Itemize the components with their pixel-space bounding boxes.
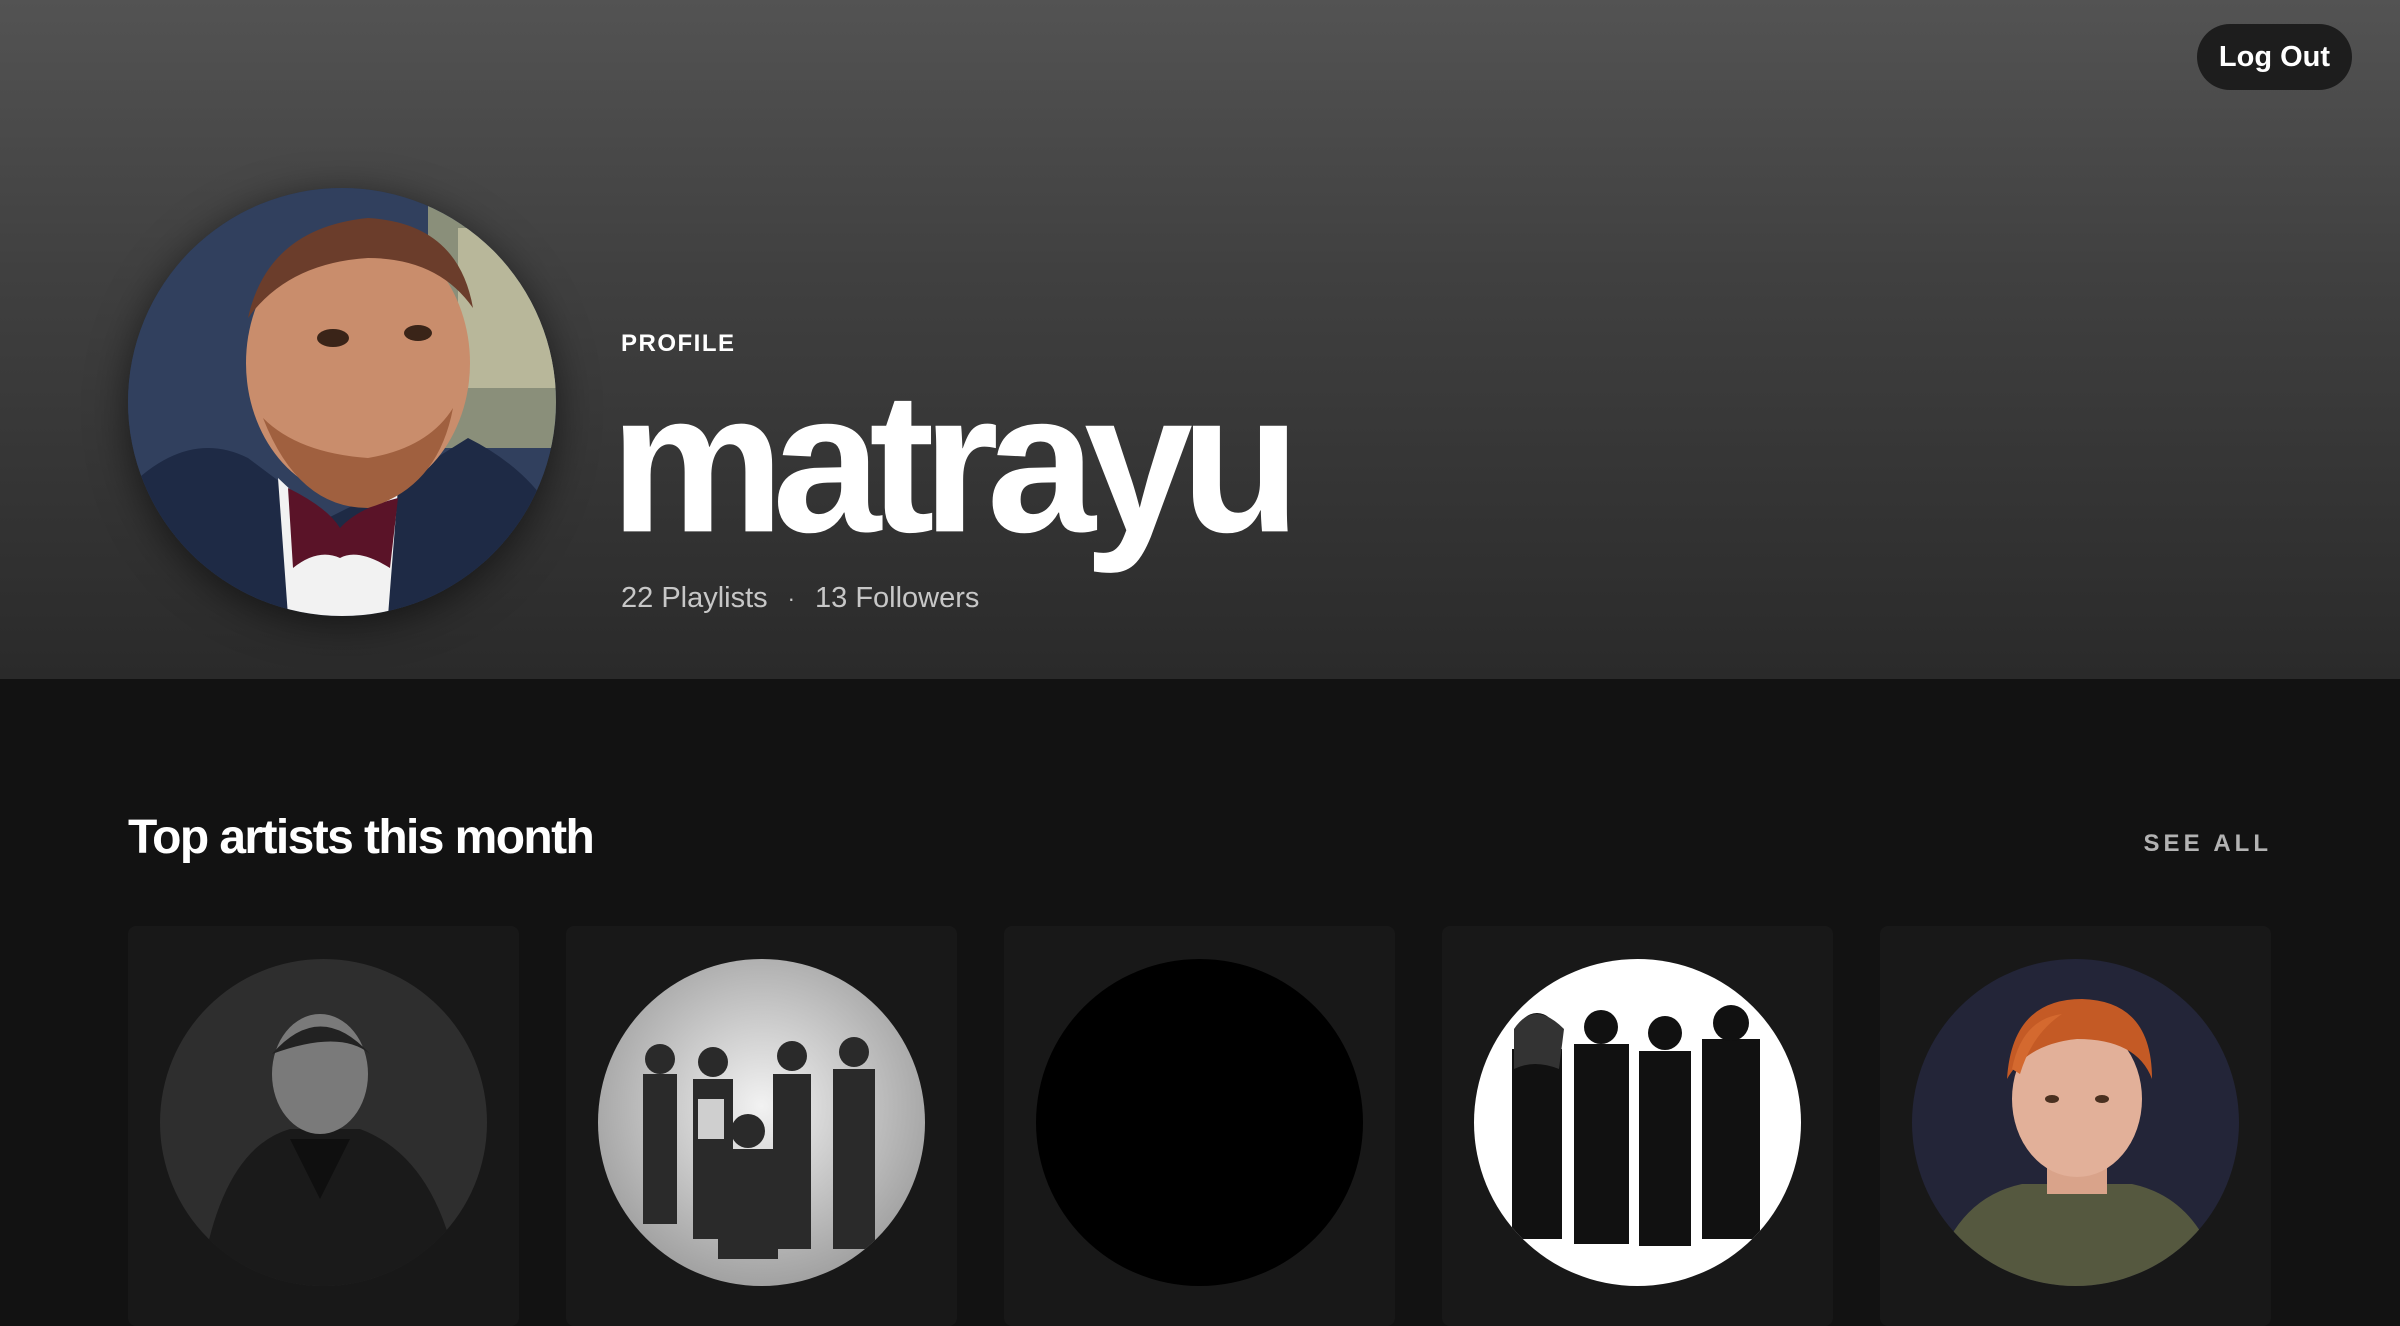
artist-card[interactable] [1442,926,1833,1326]
followers-count-link[interactable]: 13 Followers [815,582,979,615]
playlists-count-link[interactable]: 22 Playlists [621,582,768,615]
artist-card[interactable] [566,926,957,1326]
profile-username: matrayu [610,350,1301,575]
profile-avatar[interactable] [128,188,556,616]
top-artists-title: Top artists this month [128,811,595,864]
artist-card[interactable] [1004,926,1395,1326]
artist-image [1474,959,1801,1286]
artist-image [598,959,925,1286]
see-all-link[interactable]: SEE ALL [2144,830,2272,858]
artist-image [160,959,487,1286]
avatar-image [128,188,556,616]
artist-card[interactable] [1880,926,2271,1326]
profile-header: Log Out PROFILE matrayu 22 Playlists · 1… [0,0,2400,679]
top-artists-list [128,926,2271,1326]
logout-button[interactable]: Log Out [2197,24,2352,90]
profile-stats: 22 Playlists · 13 Followers [621,582,979,615]
artist-image [1036,959,1363,1286]
stats-separator: · [787,585,795,611]
artist-card[interactable] [128,926,519,1326]
artist-image [1912,959,2239,1286]
